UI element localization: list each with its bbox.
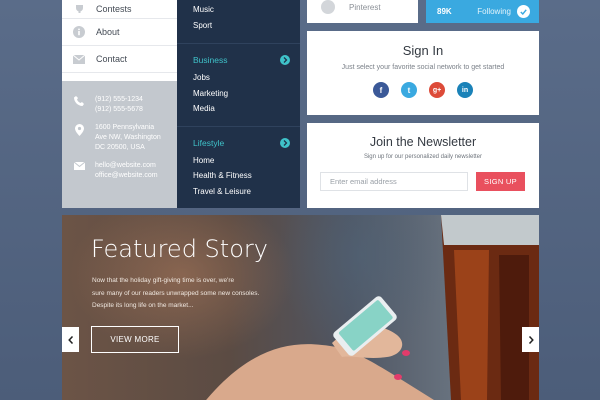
following-label: Following xyxy=(477,7,511,16)
address-line-1: 1600 Pennsylvania xyxy=(95,124,155,131)
nav-label: Contests xyxy=(96,4,132,14)
carousel-prev-button[interactable] xyxy=(62,327,79,352)
contact-info: (912) 555-1234 (912) 555-5678 1600 Penns… xyxy=(62,81,177,208)
newsletter-card: Join the Newsletter Sign up for our pers… xyxy=(307,123,539,208)
view-more-button[interactable]: VIEW MORE xyxy=(91,326,179,353)
email-input[interactable] xyxy=(320,172,468,191)
category-title-label: Business xyxy=(193,55,228,65)
nav-item-contact[interactable]: Contact xyxy=(62,46,177,73)
nav-item-about[interactable]: About xyxy=(62,19,177,46)
category-title-business[interactable]: Business xyxy=(177,53,300,67)
newsletter-form: SIGN UP xyxy=(320,172,526,191)
twitter-follow-card[interactable]: 89K Following xyxy=(426,0,539,23)
facebook-icon[interactable]: f xyxy=(373,82,389,98)
category-group-lifestyle: Lifestyle Home Health & Fitness Travel &… xyxy=(177,125,300,200)
envelope-icon xyxy=(72,161,86,181)
featured-excerpt: Now that the holiday gift-giving time is… xyxy=(92,275,262,313)
newsletter-subtitle: Sign up for our personalized daily newsl… xyxy=(363,154,483,160)
sign-in-subtitle: Just select your favorite social network… xyxy=(341,64,505,71)
nav-item-contests[interactable]: Contests xyxy=(62,0,177,19)
sign-in-card: Sign In Just select your favorite social… xyxy=(307,31,539,115)
featured-text-line: Now that the holiday gift-giving time is… xyxy=(92,277,235,284)
featured-text-line: sure many of our readers unwrapped some … xyxy=(92,289,260,297)
email-1[interactable]: hello@website.com xyxy=(95,161,158,171)
pinterest-card[interactable]: Pinterest xyxy=(307,0,418,23)
address-line-2: Ave NW, Washington xyxy=(95,134,161,141)
chevron-right-icon[interactable] xyxy=(280,55,290,65)
main-nav: Contests About Contact xyxy=(62,0,177,81)
phone-1[interactable]: (912) 555-1234 xyxy=(95,95,143,105)
nav-label: About xyxy=(96,27,120,37)
email-2[interactable]: office@website.com xyxy=(95,171,158,181)
follower-count: 89K xyxy=(437,7,452,16)
contact-email: hello@website.com office@website.com xyxy=(72,161,177,181)
chevron-right-icon[interactable] xyxy=(280,137,290,148)
info-icon xyxy=(72,25,86,39)
category-item-travel-leisure[interactable]: Travel & Leisure xyxy=(177,184,300,200)
map-pin-icon xyxy=(72,123,86,153)
linkedin-icon[interactable]: in xyxy=(457,82,473,98)
nav-label: Contact xyxy=(96,54,128,64)
category-group-business: Business Jobs Marketing Media xyxy=(177,43,300,117)
trophy-icon xyxy=(72,2,86,16)
check-icon[interactable] xyxy=(517,5,530,18)
featured-story: Featured Story Now that the holiday gift… xyxy=(62,215,539,400)
category-menu: Music Sport Business Jobs Marketing Medi… xyxy=(177,0,300,208)
social-login-buttons: f t g+ in xyxy=(307,82,539,98)
category-item-media[interactable]: Media xyxy=(177,101,300,117)
sign-up-button[interactable]: SIGN UP xyxy=(476,172,525,191)
chevron-right-icon xyxy=(528,335,534,344)
category-item-jobs[interactable]: Jobs xyxy=(177,70,300,86)
pinterest-label: Pinterest xyxy=(349,2,381,12)
category-item-music[interactable]: Music xyxy=(177,2,300,18)
twitter-icon[interactable]: t xyxy=(401,82,417,98)
chevron-left-icon xyxy=(67,335,73,344)
contact-phone: (912) 555-1234 (912) 555-5678 xyxy=(72,95,177,115)
category-item-home[interactable]: Home xyxy=(177,153,300,169)
newsletter-title: Join the Newsletter xyxy=(369,135,477,149)
hero-photo-drink xyxy=(441,215,539,400)
pinterest-icon xyxy=(321,0,335,14)
left-info-panel: Contests About Contact (912) 555-1234 (9… xyxy=(62,0,177,208)
phone-icon xyxy=(72,95,86,115)
featured-text-line: Despite its long life on the market... xyxy=(92,302,194,309)
category-item-health-fitness[interactable]: Health & Fitness xyxy=(177,168,300,184)
sign-in-title: Sign In xyxy=(402,43,444,58)
category-title-label: Lifestyle xyxy=(193,137,225,148)
google-plus-icon[interactable]: g+ xyxy=(429,82,445,98)
contact-address: 1600 Pennsylvania Ave NW, Washington DC … xyxy=(72,123,177,153)
category-title-lifestyle[interactable]: Lifestyle xyxy=(177,136,300,150)
address-line-3: DC 20500, USA xyxy=(95,144,145,151)
phone-2[interactable]: (912) 555-5678 xyxy=(95,105,143,115)
category-item-sport[interactable]: Sport xyxy=(177,18,300,34)
envelope-icon xyxy=(72,52,86,66)
category-item-marketing[interactable]: Marketing xyxy=(177,86,300,102)
carousel-next-button[interactable] xyxy=(522,327,539,352)
featured-title: Featured Story xyxy=(91,235,268,263)
